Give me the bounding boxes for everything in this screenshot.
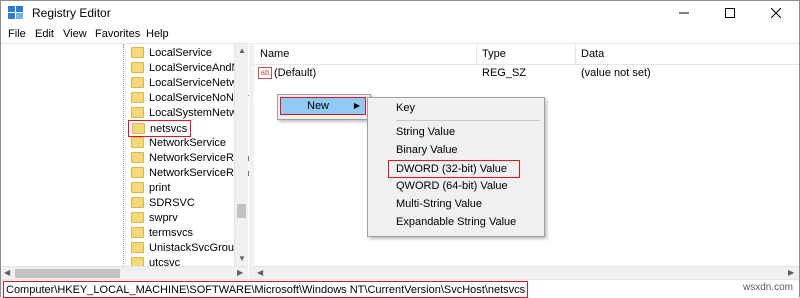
tree-item[interactable]: NetworkServiceRem bbox=[131, 165, 249, 180]
list-header: Name Type Data bbox=[254, 44, 799, 65]
tree-item-label: netsvcs bbox=[150, 122, 188, 135]
tree-item[interactable]: UnistackSvcGroup bbox=[131, 240, 240, 255]
tree-item[interactable]: LocalServiceNetwor bbox=[131, 75, 247, 90]
folder-icon bbox=[131, 152, 144, 163]
tree-guide-line bbox=[123, 44, 124, 280]
submenu-arrow-icon: ▶ bbox=[353, 101, 360, 110]
tree-item[interactable]: NetworkServiceRem bbox=[131, 150, 249, 165]
scroll-right-icon[interactable]: ▶ bbox=[788, 268, 794, 277]
list-row-default[interactable]: ab (Default) REG_SZ (value not set) bbox=[254, 66, 799, 82]
scroll-left-icon[interactable]: ◀ bbox=[4, 268, 10, 277]
folder-icon bbox=[131, 77, 144, 88]
scroll-down-icon[interactable]: ▼ bbox=[238, 254, 246, 263]
tree-item-label: termsvcs bbox=[149, 226, 193, 239]
menu-item-key[interactable]: Key bbox=[396, 100, 415, 116]
tree-item[interactable]: SDRSVC bbox=[131, 195, 195, 210]
folder-icon bbox=[131, 212, 144, 223]
tree-scroll-thumb[interactable] bbox=[237, 204, 246, 218]
menu-item-binary-value[interactable]: Binary Value bbox=[396, 142, 458, 158]
menu-item-expandable-string-value[interactable]: Expandable String Value bbox=[396, 214, 516, 230]
folder-icon bbox=[131, 167, 144, 178]
window-title: Registry Editor bbox=[32, 6, 111, 20]
minimize-button[interactable] bbox=[661, 1, 707, 25]
new-label: New bbox=[307, 100, 330, 112]
context-menu: New ▶ bbox=[277, 94, 371, 120]
new-submenu: Key String Value Binary Value DWORD (32-… bbox=[367, 97, 545, 237]
key-tree-pane[interactable]: LocalService LocalServiceAndNo LocalServic… bbox=[1, 43, 249, 280]
registry-editor-window: Registry Editor File Edit View Favorites… bbox=[0, 0, 800, 298]
folder-icon bbox=[131, 62, 144, 73]
value-type: REG_SZ bbox=[482, 67, 527, 79]
status-bar: Computer\HKEY_LOCAL_MACHINE\SOFTWARE\Mic… bbox=[1, 279, 799, 298]
tree-item[interactable]: LocalSystemNetwor bbox=[131, 105, 247, 120]
tree-item[interactable]: LocalServiceNoNetv bbox=[131, 90, 249, 105]
folder-icon bbox=[132, 123, 145, 134]
folder-icon bbox=[131, 182, 144, 193]
folder-icon bbox=[131, 242, 144, 253]
tree-item-label: NetworkService bbox=[149, 136, 227, 149]
title-bar[interactable]: Registry Editor bbox=[1, 1, 799, 25]
context-menu-new[interactable]: New ▶ bbox=[280, 97, 366, 115]
menu-help[interactable]: Help bbox=[146, 28, 169, 40]
menu-edit[interactable]: Edit bbox=[35, 28, 54, 40]
list-horizontal-scrollbar[interactable]: ◀ ▶ bbox=[254, 266, 799, 280]
menu-favorites[interactable]: Favorites bbox=[95, 28, 140, 40]
tree-item[interactable]: print bbox=[131, 180, 170, 195]
tree-hscroll-thumb[interactable] bbox=[15, 269, 120, 278]
column-divider[interactable] bbox=[575, 44, 576, 64]
folder-icon bbox=[131, 227, 144, 238]
menu-item-qword-value[interactable]: QWORD (64-bit) Value bbox=[396, 178, 508, 194]
menu-item-string-value[interactable]: String Value bbox=[396, 124, 455, 140]
column-header-name[interactable]: Name bbox=[260, 48, 289, 60]
folder-icon bbox=[131, 92, 144, 103]
watermark: wsxdn.com bbox=[742, 282, 793, 293]
tree-item-label: LocalService bbox=[149, 46, 212, 59]
tree-item[interactable]: NetworkService bbox=[131, 135, 226, 150]
scroll-right-icon[interactable]: ▶ bbox=[237, 268, 243, 277]
registry-app-icon bbox=[8, 6, 23, 19]
tree-item[interactable]: LocalServiceAndNo bbox=[131, 60, 246, 75]
close-button[interactable] bbox=[753, 1, 799, 25]
close-icon bbox=[771, 8, 781, 18]
column-divider[interactable] bbox=[476, 44, 477, 64]
menu-item-multi-string-value[interactable]: Multi-String Value bbox=[396, 196, 482, 212]
menu-view[interactable]: View bbox=[63, 28, 87, 40]
string-value-icon: ab bbox=[258, 67, 272, 79]
menu-item-dword-value[interactable]: DWORD (32-bit) Value bbox=[388, 160, 521, 178]
menu-separator bbox=[396, 120, 540, 121]
tree-horizontal-scrollbar[interactable]: ◀ ▶ bbox=[1, 266, 248, 280]
tree-item-label: swprv bbox=[149, 211, 178, 224]
tree-item-label: SDRSVC bbox=[149, 196, 195, 209]
folder-icon bbox=[131, 107, 144, 118]
maximize-icon bbox=[725, 8, 735, 18]
folder-icon bbox=[131, 197, 144, 208]
column-header-type[interactable]: Type bbox=[482, 48, 506, 60]
scroll-up-icon[interactable]: ▲ bbox=[238, 46, 246, 55]
tree-vertical-scrollbar[interactable]: ▲ ▼ bbox=[234, 44, 248, 266]
tree-item-label: print bbox=[149, 181, 171, 194]
tree-item[interactable]: termsvcs bbox=[131, 225, 193, 240]
tree-item[interactable]: swprv bbox=[131, 210, 178, 225]
address-path[interactable]: Computer\HKEY_LOCAL_MACHINE\SOFTWARE\Mic… bbox=[3, 281, 529, 298]
tree-item-label: LocalServiceNetwor bbox=[149, 76, 247, 89]
tree-item-label: UnistackSvcGroup bbox=[149, 241, 241, 254]
tree-item-label: LocalServiceAndNo bbox=[149, 61, 246, 74]
folder-icon bbox=[131, 47, 144, 58]
tree-item-label: LocalSystemNetwor bbox=[149, 106, 247, 119]
column-header-data[interactable]: Data bbox=[581, 48, 604, 60]
value-name: (Default) bbox=[274, 67, 317, 79]
scroll-left-icon[interactable]: ◀ bbox=[257, 268, 263, 277]
value-data: (value not set) bbox=[581, 67, 651, 79]
folder-icon bbox=[131, 137, 144, 148]
minimize-icon bbox=[679, 12, 689, 14]
menu-bar: File Edit View Favorites Help bbox=[1, 25, 799, 43]
menu-file[interactable]: File bbox=[8, 28, 26, 40]
maximize-button[interactable] bbox=[707, 1, 753, 25]
tree-item[interactable]: LocalService bbox=[131, 45, 212, 60]
